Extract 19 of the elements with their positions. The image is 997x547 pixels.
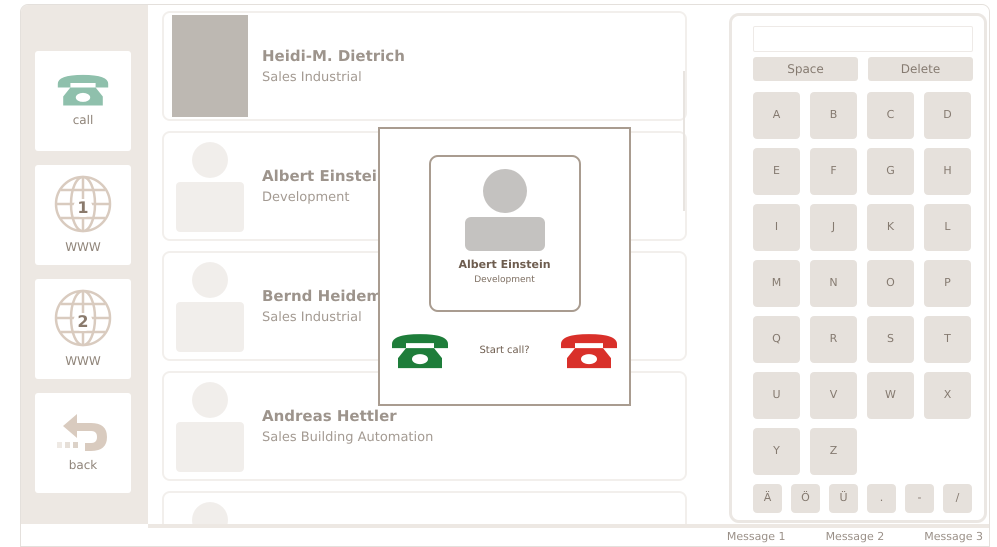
globe-number: 1 (73, 199, 93, 217)
status-message: Message 1 (726, 528, 786, 545)
contact-name: Albert Einstein (458, 257, 551, 273)
dialog-prompt: Start call? (479, 344, 530, 358)
button-label: WWW (65, 353, 101, 370)
status-message: Message 3 (924, 528, 983, 545)
contact-department: Sales Industrial (262, 308, 363, 326)
globe-number: 2 (73, 313, 93, 331)
contact-name: Andreas Hettler (262, 406, 398, 427)
contact-name: Heidi-M. Dietrich (262, 46, 405, 67)
contact-department: Sales Industrial (262, 68, 363, 86)
button-label: WWW (65, 239, 101, 256)
button-label: call (72, 112, 94, 129)
contact-department: Development (262, 188, 351, 206)
status-message: Message 2 (826, 528, 884, 545)
contact-department: Sales Building Automation (262, 428, 434, 446)
contact-name: Albert Einstei (262, 166, 377, 187)
contact-department: Development (474, 274, 535, 286)
button-label: back (68, 457, 98, 474)
